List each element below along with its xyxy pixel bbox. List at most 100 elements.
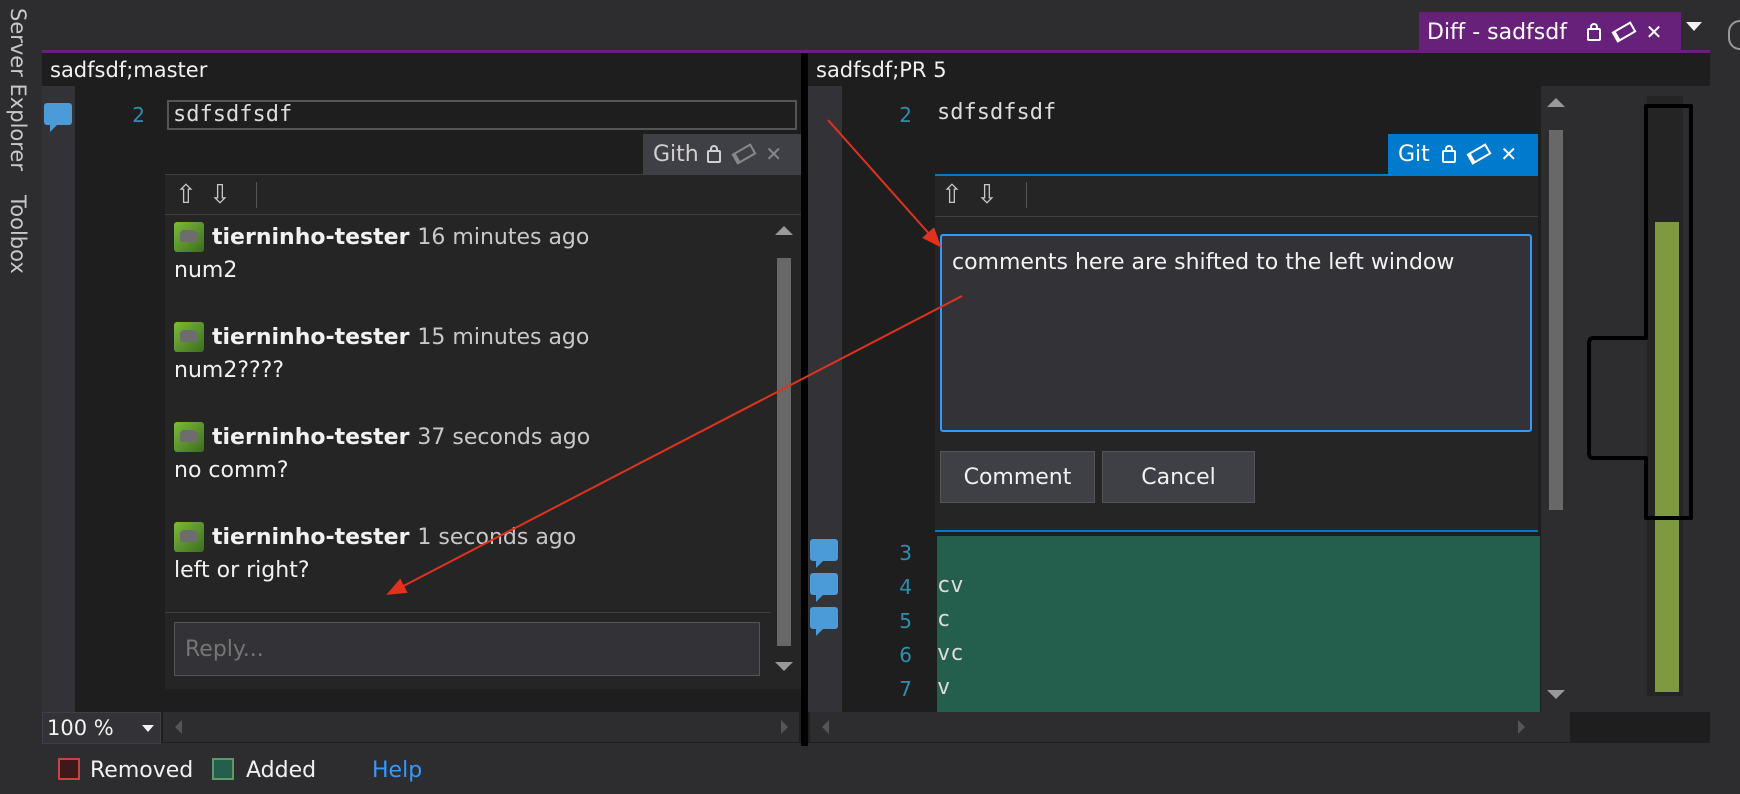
comment-author[interactable]: tierninho-tester [212, 425, 409, 450]
comment-author[interactable]: tierninho-tester [212, 525, 409, 550]
close-icon[interactable]: ✕ [759, 139, 789, 169]
lock-icon[interactable] [1579, 17, 1609, 47]
added-swatch [212, 758, 234, 780]
left-popup-title: Gith [653, 141, 699, 167]
comment-button[interactable]: Comment [940, 451, 1095, 503]
comment-author[interactable]: tierninho-tester [212, 225, 409, 250]
toolbar-divider [1026, 182, 1027, 208]
comment-time: 1 seconds ago [417, 524, 577, 550]
server-explorer-tab[interactable]: Server Explorer [6, 8, 30, 171]
scroll-up-icon[interactable] [1547, 98, 1565, 107]
comment-item: tierninho-tester 15 minutes ago num2???? [174, 322, 589, 383]
right-popup-header[interactable]: Git ✕ [1388, 134, 1538, 174]
right-line-number: 3 [899, 541, 912, 565]
scroll-right-icon[interactable] [781, 720, 788, 734]
comment-author[interactable]: tierninho-tester [212, 325, 409, 350]
reply-divider [165, 612, 771, 613]
cancel-button[interactable]: Cancel [1102, 451, 1255, 503]
previous-comment-icon[interactable]: ⇧ [175, 180, 197, 210]
avatar [174, 522, 204, 552]
comment-glyph-icon[interactable] [44, 103, 72, 132]
left-line-code[interactable]: sdfsdfsdf [167, 100, 797, 130]
added-line-code: vc [937, 641, 964, 666]
right-line-number: 6 [899, 643, 912, 667]
right-popup-title: Git [1398, 141, 1430, 167]
overflow-icon [1728, 20, 1740, 50]
left-hscrollbar[interactable] [163, 712, 799, 742]
comment-glyph-icon[interactable] [810, 607, 838, 636]
avatar [174, 222, 204, 252]
right-vscrollbar[interactable] [1541, 86, 1571, 712]
toolbox-tab[interactable]: Toolbox [6, 195, 30, 274]
right-hscrollbar[interactable] [810, 712, 1570, 742]
left-file-label: sadfsdf;master [50, 58, 208, 82]
left-popup-header[interactable]: Gith ✕ [643, 134, 801, 174]
left-glyph-margin [42, 86, 75, 712]
next-comment-icon[interactable]: ⇩ [976, 180, 998, 210]
left-popup-scrollbar[interactable] [771, 216, 797, 678]
comment-glyph-icon[interactable] [810, 539, 838, 568]
tab-title: Diff - sadfsdf [1427, 19, 1567, 45]
comment-body: no comm? [174, 458, 289, 483]
side-tool-strip: Server Explorer Toolbox [0, 0, 36, 794]
right-popup-toolbar: ⇧ ⇩ [935, 178, 1538, 217]
scroll-right-icon[interactable] [1518, 720, 1525, 734]
toolbar-divider [256, 182, 257, 208]
comment-item: tierninho-tester 37 seconds ago no comm? [174, 422, 590, 483]
comment-body: left or right? [174, 558, 310, 583]
right-line-number: 7 [899, 677, 912, 701]
help-link[interactable]: Help [372, 758, 422, 783]
right-file-label: sadfsdf;PR 5 [816, 58, 947, 82]
scroll-thumb[interactable] [1549, 130, 1563, 510]
comment-item: tierninho-tester 16 minutes ago num2 [174, 222, 589, 283]
lock-icon[interactable] [1434, 139, 1464, 169]
comment-item: tierninho-tester 1 seconds ago left or r… [174, 522, 576, 583]
scroll-up-icon[interactable] [775, 226, 793, 235]
comment-body: num2 [174, 258, 238, 283]
added-block [937, 536, 1540, 712]
lock-icon[interactable] [699, 139, 729, 169]
pin-icon[interactable] [729, 139, 759, 169]
comment-time: 15 minutes ago [417, 324, 590, 350]
added-line-code: v [937, 675, 951, 700]
added-line-code: c [937, 607, 951, 632]
scroll-left-icon[interactable] [175, 720, 182, 734]
pin-icon[interactable] [1609, 17, 1639, 47]
added-line-code: cv [937, 573, 964, 598]
diff-overview-map[interactable] [1571, 86, 1710, 712]
comment-glyph-icon[interactable] [810, 573, 838, 602]
zoom-dropdown[interactable]: 100 % [42, 712, 161, 744]
zoom-value: 100 % [47, 716, 114, 740]
chevron-down-icon[interactable] [142, 724, 154, 732]
previous-comment-icon[interactable]: ⇧ [941, 180, 963, 210]
comment-body: num2???? [174, 358, 285, 383]
tab-dropdown-icon[interactable] [1686, 22, 1702, 31]
legend-bar: Removed Added Help [42, 746, 1710, 794]
overview-viewport [1587, 104, 1693, 520]
avatar [174, 322, 204, 352]
avatar [174, 422, 204, 452]
comment-time: 37 seconds ago [417, 424, 591, 450]
right-line-number: 4 [899, 575, 912, 599]
scroll-down-icon[interactable] [1547, 690, 1565, 699]
scroll-down-icon[interactable] [775, 662, 793, 671]
close-icon[interactable]: ✕ [1494, 139, 1524, 169]
left-line-number: 2 [132, 103, 145, 127]
right-line-number: 5 [899, 609, 912, 633]
next-comment-icon[interactable]: ⇩ [209, 180, 231, 210]
reply-input[interactable] [174, 622, 760, 676]
right-line-number: 2 [899, 103, 912, 127]
comment-textarea[interactable]: comments here are shifted to the left wi… [940, 234, 1532, 432]
pin-icon[interactable] [1464, 139, 1494, 169]
close-icon[interactable]: ✕ [1639, 17, 1669, 47]
document-tab[interactable]: Diff - sadfsdf ✕ [1419, 12, 1681, 52]
left-popup-toolbar: ⇧ ⇩ [165, 176, 801, 215]
scroll-thumb[interactable] [777, 258, 791, 646]
right-line-code: sdfsdfsdf [937, 100, 1057, 125]
scroll-left-icon[interactable] [822, 720, 829, 734]
removed-label: Removed [90, 758, 194, 783]
pane-splitter[interactable] [801, 53, 808, 747]
comment-time: 16 minutes ago [417, 224, 590, 250]
removed-swatch [58, 758, 80, 780]
added-label: Added [246, 758, 317, 783]
